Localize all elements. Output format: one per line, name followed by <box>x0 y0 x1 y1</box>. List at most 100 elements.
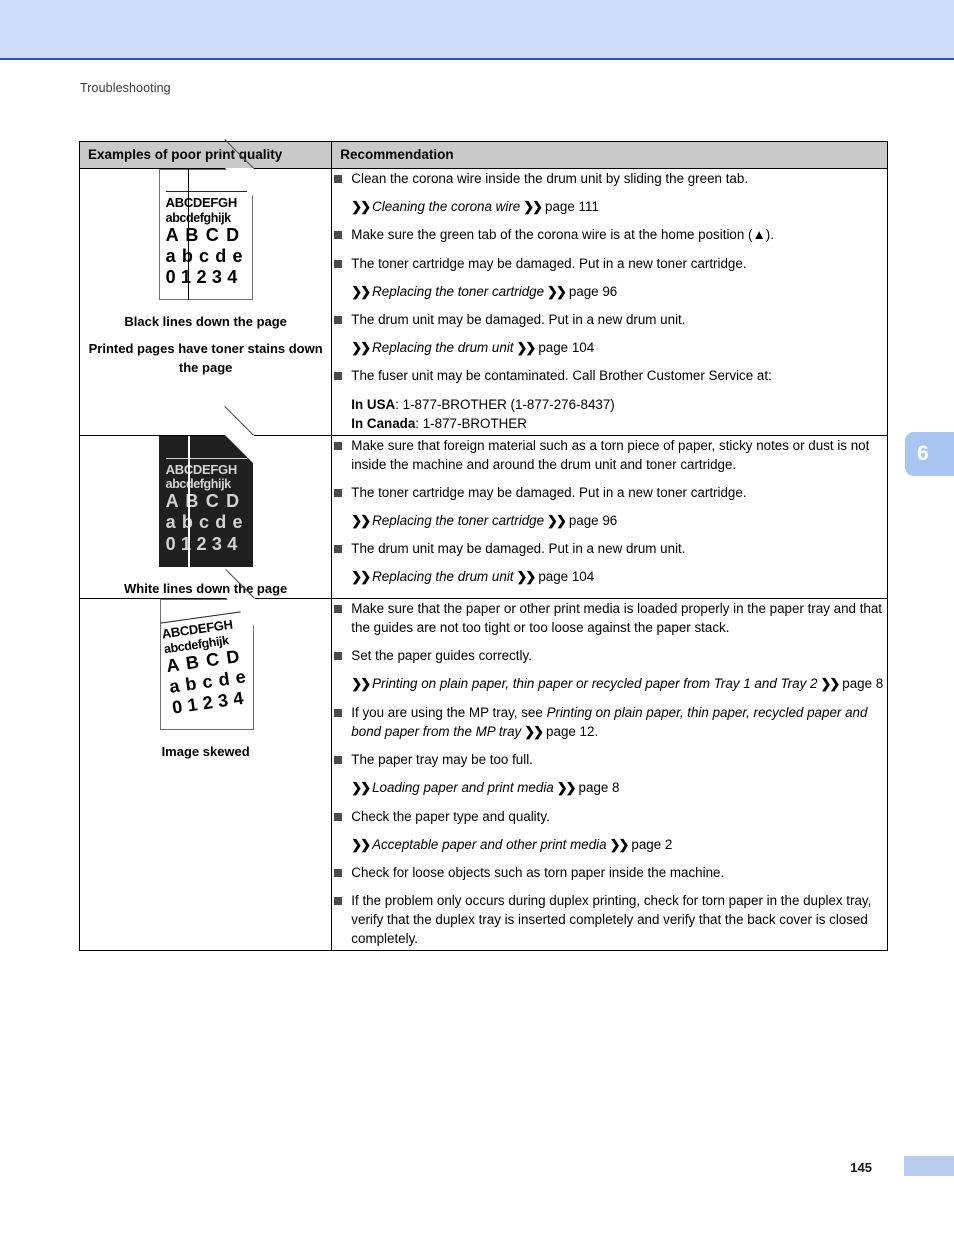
contact-canada-label: In Canada <box>351 415 416 431</box>
sample-line-1: ABCDEFGH <box>165 461 238 477</box>
table-row: ABCDEFGH abcdefghijk A B C D a b c d e 0… <box>78 139 888 436</box>
list-item-mixed: If you are using the MP tray, see Printi… <box>332 703 887 741</box>
double-chevron-icon: ❯❯ <box>524 723 544 739</box>
recommendation-list: Make sure that the paper or other print … <box>332 599 887 948</box>
recommendation-cell-black-lines: Clean the corona wire inside the drum un… <box>331 168 888 436</box>
sample-line-4: a b c d e <box>165 245 244 266</box>
cross-reference: ❯❯ Cleaning the corona wire ❯❯ page 111 <box>332 197 887 216</box>
cross-reference: ❯❯ Replacing the toner cartridge ❯❯ page 96 <box>332 511 887 530</box>
contact-canada-value: : 1-877-BROTHER <box>415 415 527 431</box>
sample-line-3: A B C D <box>165 491 241 512</box>
sample-image-black-lines-down-page: ABCDEFGH abcdefghijk A B C D a b c d e 0… <box>158 139 254 300</box>
cross-reference: ❯❯ Replacing the toner cartridge ❯❯ page 96 <box>332 282 887 301</box>
double-chevron-icon: ❯❯ <box>609 836 630 852</box>
cross-reference-page: page 8 <box>578 780 620 796</box>
sample-caption: Black lines down the page <box>124 314 287 329</box>
double-chevron-icon: ❯❯ <box>547 512 567 528</box>
recommendation-list: Clean the corona wire inside the drum un… <box>332 169 887 433</box>
cross-reference: ❯❯ Replacing the drum unit ❯❯ page 104 <box>332 567 887 586</box>
table-row: ABCDEFGH abcdefghijk A B C D a b c d e 0… <box>78 405 888 600</box>
list-item-prefix: If you are using the MP tray, see <box>351 704 547 720</box>
sample-text-block: ABCDEFGH abcdefghijk A B C D a b c d e 0… <box>165 457 247 555</box>
list-item: Make sure the green tab of the corona wi… <box>332 225 887 244</box>
list-item: The paper tray may be too full. <box>332 750 887 769</box>
page-top-band <box>0 0 954 60</box>
cross-reference-title: Replacing the toner cartridge <box>372 512 545 528</box>
double-chevron-icon: ❯❯ <box>351 340 371 356</box>
double-chevron-icon: ❯❯ <box>516 569 537 585</box>
cross-reference-page: page 2 <box>631 836 673 852</box>
cross-reference-page: page 96 <box>568 512 618 528</box>
list-item: The drum unit may be damaged. Put in a n… <box>332 310 887 329</box>
list-item: Check the paper type and quality. <box>332 807 887 826</box>
recommendation-cell-image-skewed: Make sure that the paper or other print … <box>331 598 888 952</box>
list-item: Check for loose objects such as torn pap… <box>332 863 887 882</box>
cross-reference-page: page 8 <box>842 676 884 692</box>
cross-reference-title: Loading paper and print media <box>372 780 554 796</box>
double-chevron-icon: ❯❯ <box>351 676 371 692</box>
double-chevron-icon: ❯❯ <box>351 199 371 215</box>
sample-line-5: 0 1 2 3 4 <box>165 267 238 288</box>
cross-reference: ❯❯ Loading paper and print media ❯❯ page 8 <box>332 778 887 797</box>
list-item: Make sure that the paper or other print … <box>332 599 887 637</box>
cross-reference: ❯❯ Acceptable paper and other print media… <box>332 835 887 854</box>
double-chevron-icon: ❯❯ <box>556 780 577 796</box>
sample-line-3: A B C D <box>165 224 241 245</box>
page-number: 145 <box>850 1160 872 1175</box>
chapter-tab-number: 6 <box>917 442 929 465</box>
sample-caption: Printed pages have toner stains down the… <box>88 341 323 375</box>
double-chevron-icon: ❯❯ <box>351 283 371 299</box>
contact-usa-value: : 1-877-BROTHER (1-877-276-8437) <box>395 396 615 412</box>
list-item: Set the paper guides correctly. <box>332 646 887 665</box>
list-item: The fuser unit may be contaminated. Call… <box>332 366 887 385</box>
list-item: The drum unit may be damaged. Put in a n… <box>332 539 887 558</box>
list-item: The toner cartridge may be damaged. Put … <box>332 483 887 502</box>
column-header-examples: Examples of poor print quality <box>78 141 333 169</box>
recommendation-list: Make sure that foreign material such as … <box>332 436 887 587</box>
double-chevron-icon: ❯❯ <box>351 512 371 528</box>
page-number-bar <box>904 1156 954 1176</box>
cross-reference-title: Acceptable paper and other print media <box>372 836 607 852</box>
list-item: Make sure that foreign material such as … <box>332 436 887 474</box>
cross-reference: ❯❯ Replacing the drum unit ❯❯ page 104 <box>332 338 887 357</box>
cross-reference-page: page 96 <box>568 283 618 299</box>
running-head: Troubleshooting <box>80 81 171 95</box>
sample-text-block: ABCDEFGH abcdefghijk A B C D a b c d e 0… <box>165 191 247 288</box>
list-item: If the problem only occurs during duplex… <box>332 891 887 948</box>
double-chevron-icon: ❯❯ <box>351 836 371 852</box>
cross-reference-page: page 104 <box>538 569 595 585</box>
double-chevron-icon: ❯❯ <box>523 199 543 215</box>
sample-rule <box>165 191 247 192</box>
cross-reference-title: Replacing the drum unit <box>372 569 514 585</box>
sample-cell-black-lines: ABCDEFGH abcdefghijk A B C D a b c d e 0… <box>78 139 333 436</box>
cross-reference-title: Replacing the drum unit <box>372 340 514 356</box>
sample-rule <box>165 457 247 459</box>
cross-reference-title: Cleaning the corona wire <box>372 199 521 215</box>
cross-reference-title: Printing on plain paper, thin paper or r… <box>372 676 818 692</box>
cross-reference-page: page 104 <box>538 340 595 356</box>
cross-reference-title: Replacing the toner cartridge <box>372 283 545 299</box>
chapter-tab-6: 6 <box>905 432 954 476</box>
print-quality-troubleshooting-table: Examples of poor print quality Recommend… <box>78 139 888 952</box>
black-defect-line <box>187 169 190 300</box>
sample-line-2: abcdefghijk <box>165 477 231 492</box>
sample-line-2: abcdefghijk <box>165 210 231 225</box>
contact-info: In USA: 1-877-BROTHER (1-877-276-8437) I… <box>332 395 887 433</box>
sample-line-4: a b c d e <box>165 512 244 533</box>
sample-image-white-lines-down-page: ABCDEFGH abcdefghijk A B C D a b c d e 0… <box>158 405 254 567</box>
double-chevron-icon: ❯❯ <box>820 676 840 692</box>
double-chevron-icon: ❯❯ <box>516 340 537 356</box>
list-item-reference-page: page 12. <box>546 723 599 739</box>
sample-cell-image-skewed: ABCDEFGH abcdefghijk A B C D a b c d e 0… <box>78 569 333 952</box>
sample-text-block: ABCDEFGH abcdefghijk A B C D a b c d e 0… <box>159 611 254 719</box>
double-chevron-icon: ❯❯ <box>351 780 371 796</box>
list-item: Clean the corona wire inside the drum un… <box>332 169 887 188</box>
sample-image-image-skewed: ABCDEFGH abcdefghijk A B C D a b c d e 0… <box>159 569 255 731</box>
double-chevron-icon: ❯❯ <box>351 569 371 585</box>
white-defect-line <box>187 435 190 567</box>
sample-line-1: ABCDEFGH <box>165 195 238 210</box>
sample-line-5: 0 1 2 3 4 <box>165 533 238 554</box>
recommendation-cell-white-lines: Make sure that foreign material such as … <box>331 434 888 600</box>
double-chevron-icon: ❯❯ <box>547 283 567 299</box>
table-row: ABCDEFGH abcdefghijk A B C D a b c d e 0… <box>78 569 888 952</box>
